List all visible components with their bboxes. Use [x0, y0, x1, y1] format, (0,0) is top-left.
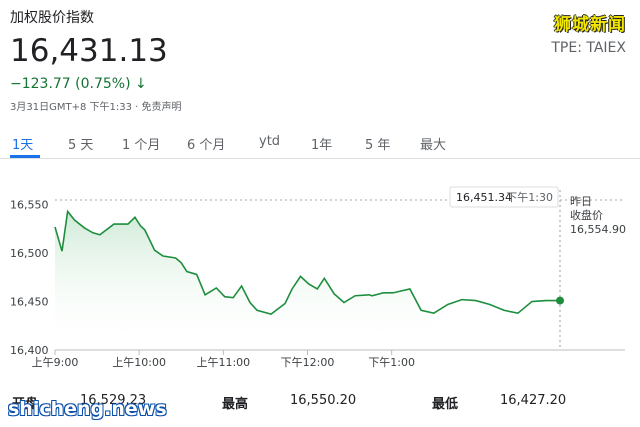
previous-close-value: 16,554.90: [570, 223, 626, 236]
tab-1-month[interactable]: 1 个月: [122, 134, 160, 153]
hover-point: [556, 296, 564, 305]
tab-5-years[interactable]: 5 年: [365, 134, 390, 153]
ticker-symbol: TPE: TAIEX: [551, 40, 626, 56]
current-price: 16,431.13: [10, 33, 168, 69]
price-chart[interactable]: 16,55016,50016,45016,400上午9:00 上午10:00 上午1…: [0, 160, 640, 390]
x-tick-label: 上午9:00: [32, 356, 79, 369]
index-title: 加权股价指数: [10, 10, 94, 26]
brand-logo: 狮城新闻: [554, 15, 626, 35]
tooltip-value: 16,451.34: [456, 191, 512, 204]
x-tick-label: 上午11:00: [196, 356, 250, 369]
y-tick-label: 16,450: [10, 296, 49, 309]
tooltip-time: 下午1:30: [506, 191, 553, 204]
stat-high-value: 16,550.20: [290, 393, 357, 408]
previous-close-label: 收盘价: [570, 208, 603, 222]
price-change: −123.77 (0.75%) ↓: [10, 76, 147, 92]
tab-6-months[interactable]: 6 个月: [187, 134, 225, 153]
price-change-value: −123.77 (0.75%): [10, 76, 131, 92]
tab-1-day[interactable]: 1天: [12, 134, 33, 153]
tab-5-days[interactable]: 5 天: [68, 134, 93, 153]
x-tick-label: 上午10:00: [112, 356, 166, 369]
range-tabs: 1天 5 天 1 个月 6 个月 ytd 1年 5 年 最大: [0, 134, 640, 156]
x-tick-label: 下午1:00: [368, 356, 415, 369]
timestamp: 3月31日GMT+8 下午1:33 · 免责声明: [10, 102, 182, 113]
stat-low-value: 16,427.20: [500, 393, 567, 408]
stat-high-label: 最高: [222, 397, 249, 412]
x-tick-label: 下午12:00: [281, 356, 335, 369]
chart-area-fill: [55, 211, 434, 350]
stat-low-label: 最低: [432, 397, 459, 412]
tab-max[interactable]: 最大: [420, 134, 446, 153]
watermark-logo: shicheng.news: [8, 398, 167, 420]
y-tick-label: 16,500: [10, 247, 49, 260]
previous-close-label: 昨日: [570, 195, 592, 208]
arrow-down-icon: ↓: [135, 76, 147, 92]
tab-divider: [0, 158, 640, 159]
tab-ytd[interactable]: ytd: [259, 134, 280, 149]
y-tick-label: 16,550: [10, 199, 49, 212]
tab-1-year[interactable]: 1年: [311, 134, 332, 153]
